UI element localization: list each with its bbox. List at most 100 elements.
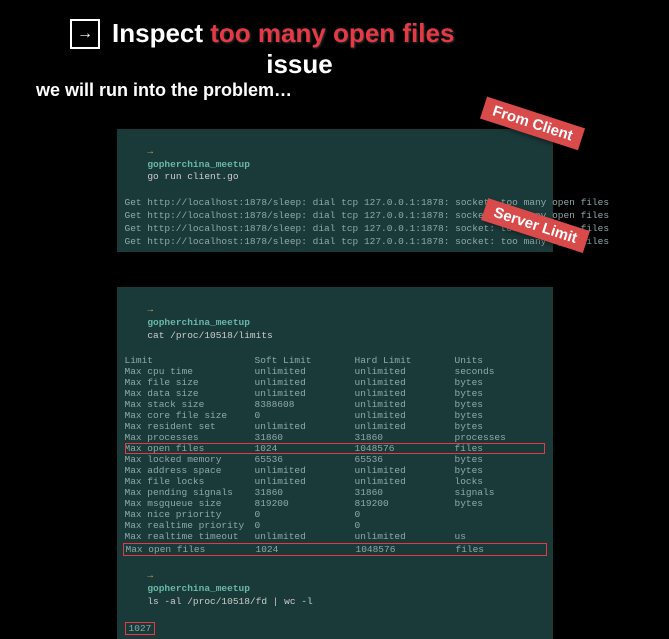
limits-cell: signals bbox=[455, 487, 545, 498]
limits-header-cell: Hard Limit bbox=[355, 355, 455, 366]
limits-cell: unlimited bbox=[255, 421, 355, 432]
limits-cell: bytes bbox=[455, 399, 545, 410]
slide-subtitle: we will run into the problem… bbox=[36, 80, 633, 101]
limits-cell: unlimited bbox=[255, 476, 355, 487]
limits-cell: Max pending signals bbox=[125, 487, 255, 498]
limits-cell: 0 bbox=[255, 509, 355, 520]
limits-cell: files bbox=[456, 544, 544, 555]
limits-cell: Max processes bbox=[125, 432, 255, 443]
limits-cell: Max resident set bbox=[125, 421, 255, 432]
title-white: Inspect bbox=[112, 18, 203, 48]
limits-cell: Max data size bbox=[125, 388, 255, 399]
limits-cell: 1024 bbox=[256, 544, 356, 555]
limits-header-row: LimitSoft LimitHard LimitUnits bbox=[125, 355, 545, 366]
limits-row: Max locked memory6553665536bytes bbox=[125, 454, 545, 465]
prompt-path: gopherchina_meetup bbox=[147, 583, 250, 594]
limits-row: Max data sizeunlimitedunlimitedbytes bbox=[125, 388, 545, 399]
limits-cell: 1048576 bbox=[356, 544, 456, 555]
limits-row: Max address spaceunlimitedunlimitedbytes bbox=[125, 465, 545, 476]
limits-cell: 31860 bbox=[255, 487, 355, 498]
limits-cell: unlimited bbox=[255, 366, 355, 377]
limits-cell: bytes bbox=[455, 454, 545, 465]
terminal-command: cat /proc/10518/limits bbox=[147, 330, 272, 341]
limits-cell bbox=[455, 520, 545, 531]
limits-cell: bytes bbox=[455, 388, 545, 399]
limits-row: Max realtime priority00 bbox=[125, 520, 545, 531]
limits-header-cell: Limit bbox=[125, 355, 255, 366]
limits-cell: bytes bbox=[455, 465, 545, 476]
limits-row: Max open files10241048576files bbox=[126, 544, 544, 555]
terminal-client: → gopherchina_meetup go run client.go Ge… bbox=[117, 129, 553, 252]
limits-cell: bytes bbox=[455, 421, 545, 432]
prompt-arrow-icon: → bbox=[147, 146, 153, 157]
limits-cell: Max realtime priority bbox=[125, 520, 255, 531]
limits-row: Max file locksunlimitedunlimitedlocks bbox=[125, 476, 545, 487]
limits-row: Max processes3186031860processes bbox=[125, 432, 545, 443]
limits-row: Max nice priority00 bbox=[125, 509, 545, 520]
title-red: too many open files bbox=[210, 18, 454, 48]
limits-cell: 65536 bbox=[355, 454, 455, 465]
limits-row: Max file sizeunlimitedunlimitedbytes bbox=[125, 377, 545, 388]
limits-cell: bytes bbox=[455, 410, 545, 421]
prompt-arrow-icon: → bbox=[147, 304, 153, 315]
limits-cell: seconds bbox=[455, 366, 545, 377]
limits-cell: 0 bbox=[355, 509, 455, 520]
terminal-command2: ls -al /proc/10518/fd | wc -l bbox=[147, 596, 312, 607]
limits-cell: locks bbox=[455, 476, 545, 487]
limits-cell: unlimited bbox=[255, 531, 355, 542]
limits-cell: Max address space bbox=[125, 465, 255, 476]
highlighted-limit-row: Max open files10241048576files bbox=[125, 443, 545, 454]
title-line2: issue bbox=[266, 49, 333, 79]
limits-cell: unlimited bbox=[355, 399, 455, 410]
limits-cell: unlimited bbox=[355, 366, 455, 377]
terminal-output-line: Get http://localhost:1878/sleep: dial tc… bbox=[125, 236, 545, 249]
limits-row: Max realtime timeoutunlimitedunlimitedus bbox=[125, 531, 545, 542]
limits-cell: unlimited bbox=[255, 388, 355, 399]
prompt-path: gopherchina_meetup bbox=[147, 317, 250, 328]
limits-cell: Max stack size bbox=[125, 399, 255, 410]
output-highlight: 1027 bbox=[125, 622, 156, 635]
limits-cell: Max file size bbox=[125, 377, 255, 388]
limits-cell: Max file locks bbox=[125, 476, 255, 487]
limits-row: Max pending signals3186031860signals bbox=[125, 487, 545, 498]
limits-cell: 65536 bbox=[255, 454, 355, 465]
highlighted-limit-row: Max open files10241048576files bbox=[123, 543, 547, 556]
limits-row: Max cpu timeunlimitedunlimitedseconds bbox=[125, 366, 545, 377]
terminal-output-line: Get http://localhost:1878/sleep: dial tc… bbox=[125, 197, 545, 210]
limits-row: Max stack size8388608unlimitedbytes bbox=[125, 399, 545, 410]
limits-cell: unlimited bbox=[255, 377, 355, 388]
limits-cell: unlimited bbox=[355, 531, 455, 542]
limits-cell: unlimited bbox=[355, 388, 455, 399]
limits-cell: Max nice priority bbox=[125, 509, 255, 520]
limits-cell: 31860 bbox=[255, 432, 355, 443]
limits-cell: 1024 bbox=[255, 443, 355, 454]
limits-cell: us bbox=[455, 531, 545, 542]
limits-row: Max resident setunlimitedunlimitedbytes bbox=[125, 421, 545, 432]
limits-cell: Max cpu time bbox=[125, 366, 255, 377]
limits-cell bbox=[455, 509, 545, 520]
limits-cell: unlimited bbox=[355, 410, 455, 421]
limits-cell: 0 bbox=[255, 410, 355, 421]
limits-cell: Max core file size bbox=[125, 410, 255, 421]
limits-cell: Max open files bbox=[126, 544, 256, 555]
prompt-path: gopherchina_meetup bbox=[147, 159, 250, 170]
limits-header-cell: Units bbox=[455, 355, 545, 366]
limits-cell: 8388608 bbox=[255, 399, 355, 410]
limits-cell: unlimited bbox=[355, 465, 455, 476]
limits-cell: 0 bbox=[355, 520, 455, 531]
limits-header-cell: Soft Limit bbox=[255, 355, 355, 366]
limits-cell: unlimited bbox=[355, 476, 455, 487]
limits-cell: files bbox=[455, 443, 545, 454]
limits-cell: Max open files bbox=[125, 443, 255, 454]
limits-cell: unlimited bbox=[355, 377, 455, 388]
terminal-command: go run client.go bbox=[147, 171, 238, 182]
limits-cell: 1048576 bbox=[355, 443, 455, 454]
arrow-right-box-icon: → bbox=[70, 19, 100, 49]
limits-cell: Max realtime timeout bbox=[125, 531, 255, 542]
limits-cell: 31860 bbox=[355, 432, 455, 443]
limits-cell: 31860 bbox=[355, 487, 455, 498]
limits-cell: 0 bbox=[255, 520, 355, 531]
limits-row: Max core file size0unlimitedbytes bbox=[125, 410, 545, 421]
slide-header: → Inspect too many open files issue we w… bbox=[0, 0, 669, 109]
limits-cell: unlimited bbox=[355, 421, 455, 432]
